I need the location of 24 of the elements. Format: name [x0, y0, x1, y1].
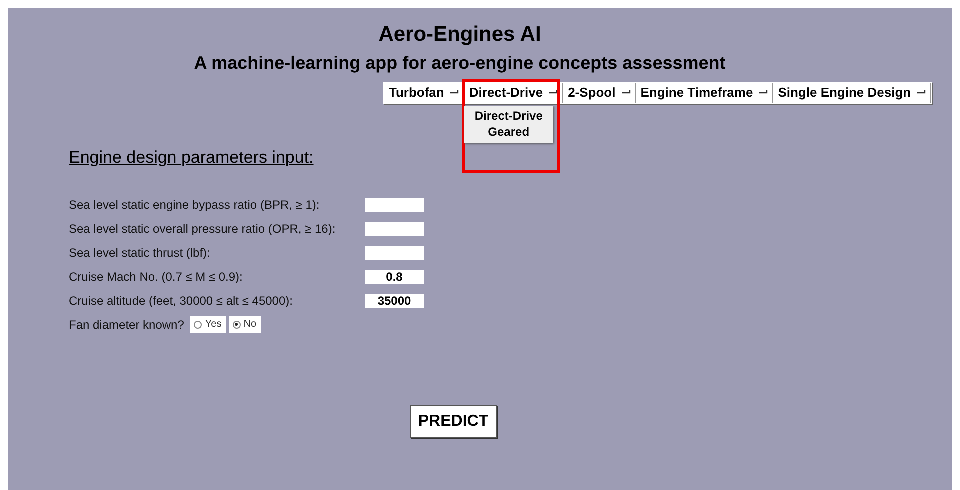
input-field[interactable] — [365, 222, 424, 236]
dropdown-option[interactable]: Geared — [488, 124, 530, 140]
caret-icon — [549, 90, 558, 96]
caret-icon — [917, 90, 926, 96]
radio-option[interactable]: No — [228, 316, 261, 333]
caret-icon — [450, 90, 460, 96]
field-label: Cruise altitude (feet, 30000 ≤ alt ≤ 45000): — [69, 294, 294, 308]
field-label: Fan diameter known? — [69, 318, 184, 332]
dropdown-option[interactable]: Direct-Drive — [474, 108, 543, 124]
radio-option[interactable]: Yes — [190, 316, 226, 333]
app-subtitle: A machine-learning app for aero-engine concepts assessment — [193, 52, 727, 75]
app-title: Aero-Engines AI — [378, 22, 542, 48]
field-label: Cruise Mach No. (0.7 ≤ M ≤ 0.9): — [69, 270, 244, 284]
input-field[interactable]: 0.8 — [365, 270, 424, 284]
input-field[interactable]: 35000 — [365, 294, 424, 308]
field-label: Sea level static thrust (lbf): — [69, 246, 212, 260]
field-label: Sea level static engine bypass ratio (BPR, ≥ 1): — [69, 198, 321, 212]
section-heading: Engine design parameters input: — [69, 148, 314, 168]
caret-icon — [759, 90, 768, 96]
caret-icon — [622, 90, 631, 96]
predict-button[interactable]: PREDICT — [410, 405, 497, 438]
field-label: Sea level static overall pressure ratio (OPR, ≥ 16): — [69, 222, 337, 236]
input-field[interactable] — [365, 246, 424, 260]
input-field[interactable] — [365, 198, 424, 212]
